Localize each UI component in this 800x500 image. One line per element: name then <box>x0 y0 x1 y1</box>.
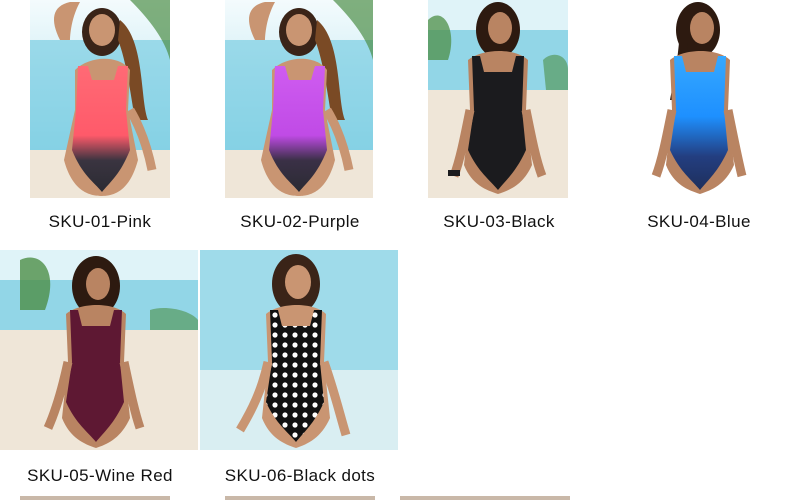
sku-label: SKU-06-Black dots <box>224 466 376 485</box>
sku-label: SKU-03-Black <box>443 212 555 231</box>
product-photo[interactable] <box>628 0 768 198</box>
product-photo[interactable] <box>428 0 568 198</box>
next-row-photo-edge <box>225 496 375 500</box>
sku-label: SKU-05-Wine Red <box>27 466 173 485</box>
product-card[interactable]: SKU-03-Black <box>428 0 570 240</box>
sku-label: SKU-01-Pink <box>48 212 152 231</box>
product-card[interactable]: SKU-02-Purple <box>225 0 375 240</box>
product-photo[interactable] <box>200 250 398 450</box>
product-card[interactable]: SKU-06-Black dots <box>200 250 400 490</box>
sku-label: SKU-02-Purple <box>240 212 360 231</box>
next-row-photo-edge <box>400 496 570 500</box>
product-card[interactable]: SKU-01-Pink <box>30 0 170 240</box>
product-card[interactable]: SKU-05-Wine Red <box>0 250 200 490</box>
product-card[interactable]: SKU-04-Blue <box>628 0 770 240</box>
product-photo[interactable] <box>30 0 170 198</box>
product-photo[interactable] <box>225 0 373 198</box>
sku-label: SKU-04-Blue <box>647 212 751 231</box>
next-row-photo-edge <box>20 496 170 500</box>
product-photo[interactable] <box>0 250 198 450</box>
